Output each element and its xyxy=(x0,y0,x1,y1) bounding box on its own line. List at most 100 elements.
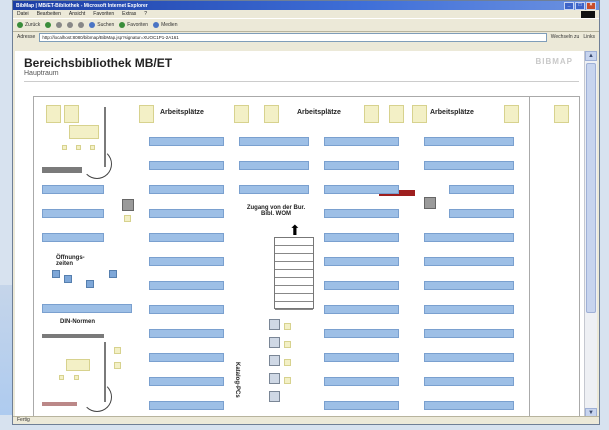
bookshelf[interactable] xyxy=(149,401,224,410)
star-icon xyxy=(119,22,126,28)
staircase xyxy=(274,237,314,310)
bookshelf[interactable] xyxy=(324,137,399,146)
bookshelf[interactable] xyxy=(324,401,399,410)
bookshelf[interactable] xyxy=(149,185,224,194)
bookshelf[interactable] xyxy=(239,185,309,194)
bookshelf[interactable] xyxy=(42,185,104,194)
chair xyxy=(59,375,64,380)
door-swing xyxy=(82,149,112,179)
address-label: Adresse xyxy=(17,34,36,40)
square-block xyxy=(114,347,121,354)
bookshelf[interactable] xyxy=(424,377,514,386)
bookshelf[interactable] xyxy=(324,353,399,362)
bookshelf[interactable] xyxy=(149,161,224,170)
page-content: Bereichsbibliothek MB/ET Hauptraum BIBMA… xyxy=(15,51,585,418)
bookshelf[interactable] xyxy=(424,161,514,170)
catalog-pc[interactable] xyxy=(269,319,280,330)
scroll-thumb[interactable] xyxy=(586,63,596,313)
workspace-cell xyxy=(234,105,249,123)
entrance-label: Zugang von der Bur. Bibl. WOM xyxy=(246,205,306,217)
wall xyxy=(42,334,104,338)
address-bar: Adresse http://localhost:8080/bibmap/Bib… xyxy=(13,32,599,42)
library-floor-map[interactable]: Arbeitsplätze Arbeitsplätze Arbeitsplätz… xyxy=(33,96,580,418)
forward-button[interactable] xyxy=(45,22,52,28)
copier-icon xyxy=(122,199,134,211)
bookshelf[interactable] xyxy=(324,161,399,170)
bookshelf[interactable] xyxy=(424,401,514,410)
vertical-scrollbar[interactable]: ▲ ▼ xyxy=(584,51,597,418)
menu-favorites[interactable]: Favoriten xyxy=(93,11,114,17)
wall xyxy=(42,402,77,406)
catalog-pc[interactable] xyxy=(269,337,280,348)
reading-table xyxy=(66,359,90,371)
bookshelf[interactable] xyxy=(324,185,399,194)
bookshelf[interactable] xyxy=(239,161,309,170)
search-button[interactable]: Suchen xyxy=(89,22,114,28)
bookshelf[interactable] xyxy=(424,305,514,314)
bookshelf[interactable] xyxy=(42,233,104,242)
status-bar: Fertig xyxy=(13,416,599,424)
media-button[interactable]: Medien xyxy=(153,22,178,28)
address-input[interactable]: http://localhost:8080/bibmap/BibMap.jsp?… xyxy=(39,32,547,42)
menu-help[interactable]: ? xyxy=(144,11,147,17)
bookshelf[interactable] xyxy=(239,137,309,146)
bookshelf[interactable] xyxy=(324,209,399,218)
page-logo: BIBMAP xyxy=(535,57,573,66)
menu-view[interactable]: Ansicht xyxy=(69,11,85,17)
home-button[interactable] xyxy=(78,22,85,28)
bookshelf[interactable] xyxy=(424,233,514,242)
bookshelf[interactable] xyxy=(449,185,514,194)
close-button[interactable]: × xyxy=(586,1,596,10)
catalog-pc[interactable] xyxy=(269,391,280,402)
home-icon xyxy=(78,22,85,28)
info-marker xyxy=(109,270,117,278)
favorites-button[interactable]: Favoriten xyxy=(119,22,148,28)
menu-tools[interactable]: Extras xyxy=(122,11,136,17)
refresh-button[interactable] xyxy=(67,22,74,28)
bookshelf[interactable] xyxy=(324,305,399,314)
reading-table xyxy=(69,125,99,139)
workspace-cell xyxy=(504,105,519,123)
bookshelf[interactable] xyxy=(424,353,514,362)
bookshelf[interactable] xyxy=(149,281,224,290)
wall xyxy=(104,342,106,402)
title-bar: BibMap | MB/ET-Bibliothek - Microsoft In… xyxy=(13,1,599,10)
scroll-up-icon[interactable]: ▲ xyxy=(585,51,597,61)
bookshelf[interactable] xyxy=(324,257,399,266)
back-button[interactable]: Zurück xyxy=(17,22,40,28)
bookshelf[interactable] xyxy=(424,257,514,266)
stop-button[interactable] xyxy=(56,22,63,28)
bookshelf[interactable] xyxy=(449,209,514,218)
links-button[interactable]: Links xyxy=(583,34,595,40)
catalog-pc[interactable] xyxy=(269,373,280,384)
copier-icon xyxy=(424,197,436,209)
go-button[interactable]: Wechseln zu xyxy=(551,34,580,40)
bookshelf[interactable] xyxy=(324,233,399,242)
bookshelf[interactable] xyxy=(424,329,514,338)
bookshelf[interactable] xyxy=(42,209,104,218)
bookshelf[interactable] xyxy=(324,281,399,290)
bookshelf[interactable] xyxy=(149,209,224,218)
menu-edit[interactable]: Bearbeiten xyxy=(37,11,61,17)
square-block xyxy=(284,323,291,330)
bookshelf[interactable] xyxy=(149,233,224,242)
page-subtitle: Hauptraum xyxy=(24,70,59,77)
minimize-button[interactable]: _ xyxy=(564,1,574,10)
bookshelf[interactable] xyxy=(149,329,224,338)
bookshelf[interactable] xyxy=(149,137,224,146)
bookshelf[interactable] xyxy=(424,281,514,290)
bookshelf[interactable] xyxy=(149,353,224,362)
back-icon xyxy=(17,22,23,28)
bookshelf[interactable] xyxy=(324,377,399,386)
maximize-button[interactable]: □ xyxy=(575,1,585,10)
bookshelf[interactable] xyxy=(324,329,399,338)
bookshelf[interactable] xyxy=(424,137,514,146)
menu-file[interactable]: Datei xyxy=(17,11,29,17)
bookshelf[interactable] xyxy=(149,305,224,314)
catalog-pc[interactable] xyxy=(269,355,280,366)
bookshelf[interactable] xyxy=(149,257,224,266)
chair xyxy=(74,375,79,380)
info-marker xyxy=(86,280,94,288)
bookshelf[interactable] xyxy=(149,377,224,386)
bookshelf[interactable] xyxy=(42,304,132,313)
